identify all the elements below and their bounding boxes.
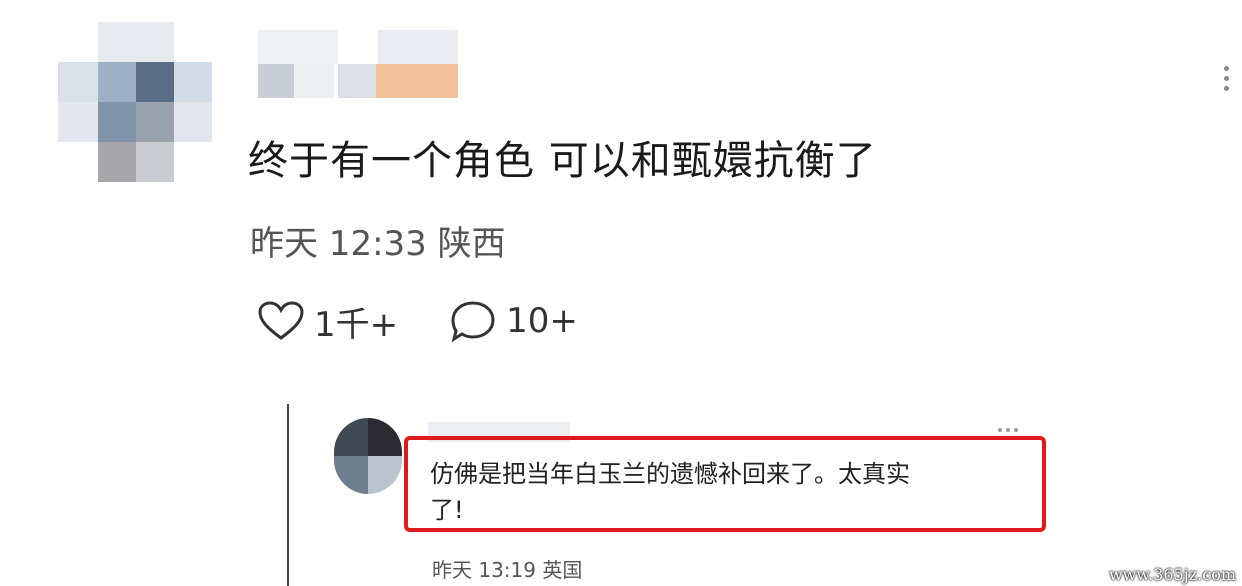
like-count: 1千+ <box>314 304 399 345</box>
comment-text: 终于有一个角色 可以和甄嬛抗衡了 <box>248 138 877 184</box>
reply-button[interactable]: 10+ <box>450 300 578 342</box>
reply-text: 仿佛是把当年白玉兰的遗憾补回来了。太真实 了! <box>430 460 910 524</box>
reply-thread-line <box>287 404 289 586</box>
reply-more-options-icon[interactable] <box>998 428 1022 432</box>
watermark: www.365jz.com <box>1108 565 1236 584</box>
reply-location: 英国 <box>542 558 583 582</box>
reply-meta: 昨天 13:19 英国 <box>432 554 582 583</box>
comment-actions: 1千+ 10+ <box>258 296 630 346</box>
reply-count: 10+ <box>506 301 578 341</box>
like-button[interactable]: 1千+ <box>258 297 398 346</box>
comment-meta: 昨天 12:33 陕西 <box>250 216 506 265</box>
comment-time: 昨天 12:33 <box>250 224 427 264</box>
comment-bubble-icon <box>451 301 495 342</box>
more-options-icon[interactable] <box>1224 66 1232 96</box>
heart-icon <box>258 301 304 340</box>
avatar[interactable] <box>58 22 212 182</box>
username-blurred[interactable] <box>258 30 458 102</box>
comment-location: 陕西 <box>437 224 506 264</box>
reply-avatar[interactable] <box>334 418 402 494</box>
reply-time: 昨天 13:19 <box>432 558 536 582</box>
